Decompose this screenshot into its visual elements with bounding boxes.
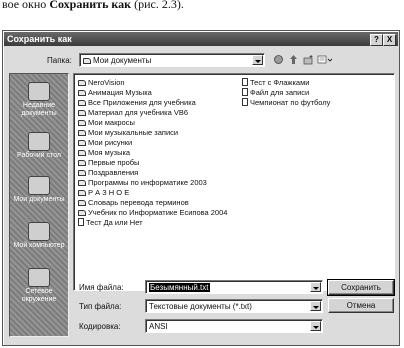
list-item[interactable]: NeroVision — [78, 78, 125, 87]
list-item[interactable]: Анимация Музыка — [78, 88, 152, 97]
document-icon — [78, 218, 84, 226]
folder-icon — [78, 210, 86, 216]
list-item[interactable]: Тест Да или Нет — [78, 218, 143, 227]
list-item[interactable]: Поздравления — [78, 168, 138, 177]
folder-icon — [78, 90, 86, 96]
network-places-icon — [28, 268, 50, 287]
folder-icon — [78, 120, 86, 126]
up-folder-icon[interactable] — [288, 54, 299, 65]
back-arrow-icon[interactable] — [273, 54, 284, 65]
folder-icon — [78, 160, 86, 166]
caption-text: вое окно Сохранить как (рис. 2.3). — [2, 0, 184, 11]
folder-label: Папка: — [47, 56, 72, 65]
folder-icon — [78, 140, 86, 146]
list-item[interactable]: Р А З Н О Е — [78, 188, 129, 197]
list-item[interactable]: Все Приложения для учебника — [78, 98, 196, 107]
folder-icon — [78, 150, 86, 156]
place-recent-documents[interactable]: Недавние документы — [10, 82, 68, 118]
chevron-down-icon[interactable] — [252, 55, 263, 65]
document-icon — [242, 78, 248, 86]
list-item[interactable]: Мои музыкальные записи — [78, 128, 178, 137]
encoding-dropdown[interactable]: ANSI — [145, 319, 323, 333]
list-item[interactable]: Мои макросы — [78, 118, 135, 127]
place-my-documents[interactable]: Мои документы — [10, 176, 68, 204]
chevron-down-icon[interactable] — [310, 282, 321, 292]
folder-icon — [78, 180, 86, 186]
list-item[interactable]: Чемпионат по футболу — [242, 98, 330, 107]
places-bar: Недавние документы Рабочий стол Мои доку… — [9, 73, 69, 337]
window-title: Сохранить как — [7, 34, 72, 44]
desktop-icon — [28, 132, 50, 151]
filename-input[interactable]: Безымянный.txt — [145, 280, 323, 294]
folder-icon — [83, 58, 91, 64]
save-as-dialog: Сохранить как ? X Папка: Мои документы Н… — [2, 30, 400, 346]
file-list[interactable]: NeroVision Анимация Музыка Все Приложени… — [73, 73, 395, 291]
place-network[interactable]: Сетевое окружение — [10, 268, 68, 304]
list-item[interactable]: Моя музыка — [78, 148, 130, 157]
views-menu-icon[interactable] — [317, 54, 334, 65]
list-item[interactable]: Словарь перевода терминов — [78, 198, 189, 207]
document-icon — [242, 98, 248, 106]
document-icon — [242, 88, 248, 96]
filetype-value: Текстовые документы (*.txt) — [149, 302, 252, 311]
filetype-label: Тип файла: — [79, 302, 122, 311]
filename-value: Безымянный.txt — [149, 283, 210, 292]
chevron-down-icon[interactable] — [310, 321, 321, 331]
folder-icon — [78, 200, 86, 206]
list-item[interactable]: Учебник по Информатике Есипова 2004 — [78, 208, 227, 217]
filename-label: Имя файла: — [79, 283, 124, 292]
cancel-button[interactable]: Отмена — [328, 298, 394, 313]
list-item[interactable]: Мои рисунки — [78, 138, 132, 147]
place-desktop[interactable]: Рабочий стол — [10, 132, 68, 160]
new-folder-icon[interactable] — [303, 54, 314, 65]
folder-dropdown[interactable]: Мои документы — [79, 53, 265, 67]
folder-icon — [78, 170, 86, 176]
folder-icon — [78, 130, 86, 136]
title-bar: Сохранить как ? X — [4, 32, 398, 46]
filetype-dropdown[interactable]: Текстовые документы (*.txt) — [145, 299, 323, 313]
encoding-label: Кодировка: — [79, 322, 121, 331]
list-item[interactable]: Файл для записи — [242, 88, 309, 97]
place-my-computer[interactable]: Мой компьютер — [10, 222, 68, 250]
close-button[interactable]: X — [383, 34, 396, 46]
folder-value: Мои документы — [93, 56, 152, 65]
list-item[interactable]: Тест с Флажками — [242, 78, 309, 87]
folder-icon — [78, 190, 86, 196]
list-item[interactable]: Первые пробы — [78, 158, 139, 167]
folder-icon — [78, 100, 86, 106]
list-item[interactable]: Программы по информатике 2003 — [78, 178, 207, 187]
list-item[interactable]: Материал для учебника VB6 — [78, 108, 188, 117]
help-button[interactable]: ? — [370, 34, 383, 46]
encoding-value: ANSI — [149, 322, 168, 331]
folder-icon — [78, 80, 86, 86]
my-computer-icon — [28, 222, 50, 241]
save-button[interactable]: Сохранить — [327, 279, 395, 296]
my-documents-icon — [28, 176, 50, 195]
chevron-down-icon[interactable] — [310, 301, 321, 311]
folder-icon — [78, 110, 86, 116]
history-icon — [28, 82, 50, 101]
